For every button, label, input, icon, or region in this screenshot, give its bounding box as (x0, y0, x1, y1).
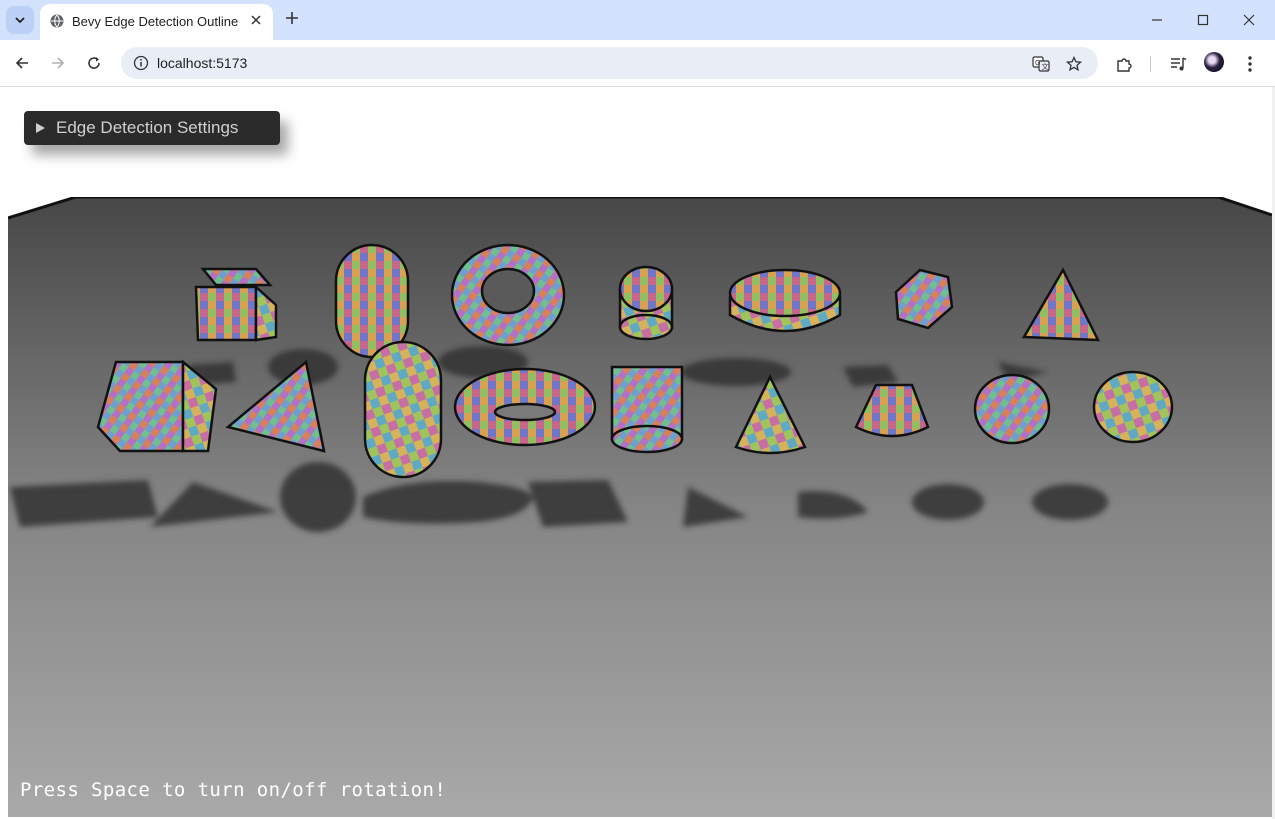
cylinder-back (618, 265, 674, 341)
media-control-icon (1170, 56, 1186, 70)
globe-icon (50, 14, 64, 28)
address-bar[interactable]: localhost:5173 G文 (121, 47, 1098, 79)
page-viewport: Edge Detection Settings Press Space to t… (0, 87, 1275, 819)
translate-button[interactable]: G文 (1032, 55, 1050, 73)
reload-button[interactable] (83, 52, 105, 74)
torus-front (453, 367, 597, 447)
window-close-button[interactable] (1237, 8, 1261, 32)
tab-title: Bevy Edge Detection Outline (72, 14, 239, 29)
forward-arrow-icon (52, 57, 65, 69)
extensions-button[interactable] (1114, 54, 1134, 74)
url-text[interactable]: localhost:5173 (157, 55, 247, 71)
minimize-button[interactable] (1145, 8, 1169, 32)
translate-icon: G文 (1032, 56, 1050, 72)
maximize-icon (1197, 14, 1209, 26)
close-icon (251, 15, 261, 25)
render-canvas[interactable] (8, 197, 1272, 817)
disclosure-triangle-icon (36, 123, 45, 133)
torus-back (450, 243, 566, 347)
close-icon (1243, 14, 1255, 26)
puzzle-icon (1116, 57, 1132, 72)
capsule-front (363, 340, 443, 479)
tab-strip: Bevy Edge Detection Outline (0, 0, 1275, 40)
sphere-front-1 (973, 373, 1051, 445)
menu-button[interactable] (1240, 54, 1260, 74)
plus-icon (286, 12, 298, 24)
svg-text:G: G (1035, 60, 1040, 67)
tab-search-button[interactable] (6, 6, 34, 34)
bookmark-button[interactable] (1065, 55, 1083, 73)
more-vertical-icon (1248, 56, 1252, 72)
info-icon[interactable] (133, 55, 149, 71)
new-tab-button[interactable] (282, 9, 302, 29)
star-icon (1066, 56, 1082, 72)
media-control-button[interactable] (1168, 54, 1188, 74)
settings-panel-label: Edge Detection Settings (56, 118, 239, 137)
edge-detection-settings-panel[interactable]: Edge Detection Settings (24, 111, 280, 145)
reload-icon (88, 57, 100, 69)
avatar[interactable] (1204, 52, 1224, 72)
browser-tab[interactable]: Bevy Edge Detection Outline (40, 4, 273, 40)
disk-back (728, 268, 842, 333)
minimize-icon (1152, 19, 1162, 21)
capsule-back (334, 243, 410, 359)
cube-front (96, 359, 218, 453)
forward-button[interactable] (47, 52, 69, 74)
tab-close-button[interactable] (248, 12, 264, 28)
cylinder-front (610, 365, 684, 454)
maximize-button[interactable] (1191, 8, 1215, 32)
back-button[interactable] (11, 52, 33, 74)
back-arrow-icon (15, 57, 28, 69)
chevron-down-icon (15, 17, 25, 24)
sphere-front-2 (1092, 370, 1174, 444)
rotation-hint-text: Press Space to turn on/off rotation! (20, 779, 447, 801)
browser-toolbar: localhost:5173 G文 (0, 40, 1275, 87)
svg-text:文: 文 (1042, 62, 1049, 71)
toolbar-separator (1150, 56, 1151, 72)
